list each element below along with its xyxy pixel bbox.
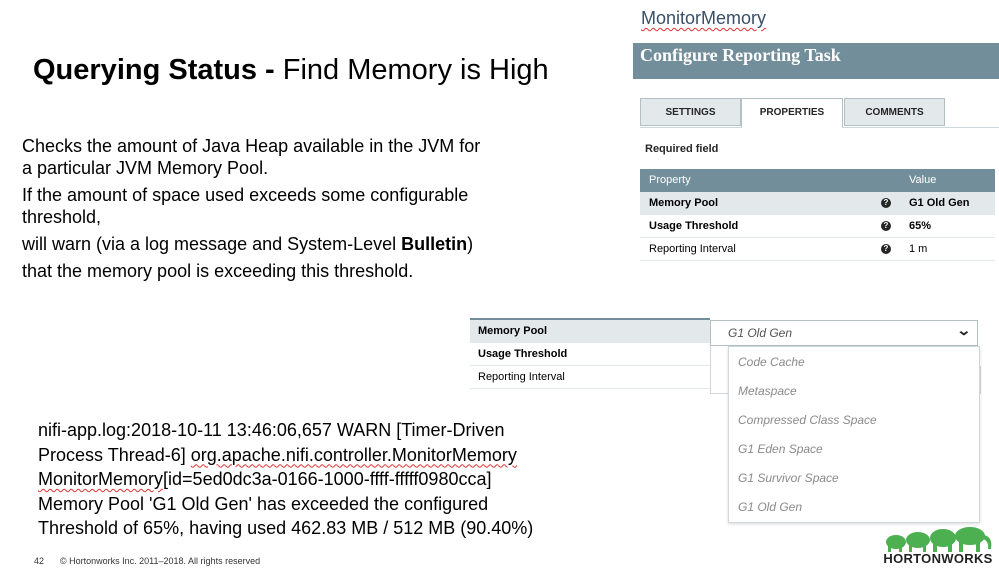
- log-message: nifi-app.log:2018-10-11 13:46:06,657 WAR…: [38, 418, 558, 541]
- property-name: Memory Pool: [649, 197, 719, 209]
- help-icon[interactable]: ?: [881, 198, 891, 208]
- log-task-name: MonitorMemory: [38, 469, 164, 489]
- hortonworks-logo: HORTONWORKS: [880, 527, 996, 571]
- elephants-icon: [886, 527, 992, 552]
- log-line: MonitorMemory[id=5ed0dc3a-0166-1000-ffff…: [38, 469, 492, 489]
- help-icon[interactable]: ?: [881, 244, 891, 254]
- properties-table-lower: Memory Pool Usage Threshold Reporting In…: [470, 320, 710, 389]
- column-header-value[interactable]: Value: [909, 169, 936, 192]
- select-value[interactable]: G1 Old Gen: [728, 326, 792, 340]
- table-row[interactable]: Usage Threshold ? 65%: [640, 215, 995, 238]
- properties-table: Property Value Memory Pool ? G1 Old Gen …: [640, 169, 995, 261]
- slide-title: Querying Status - Find Memory is High: [33, 54, 549, 87]
- description-line: that the memory pool is exceeding this t…: [22, 261, 414, 281]
- tab-properties[interactable]: PROPERTIES: [741, 98, 843, 128]
- dropdown-option[interactable]: G1 Eden Space: [738, 442, 823, 456]
- property-name: Usage Threshold: [649, 220, 739, 232]
- table-row[interactable]: Memory Pool ? G1 Old Gen: [640, 192, 995, 215]
- table-header: Property Value: [640, 169, 995, 192]
- chevron-down-icon[interactable]: ⌄: [956, 322, 971, 339]
- table-row[interactable]: Memory Pool: [470, 320, 710, 343]
- description-line: will warn (via a log message and System-…: [22, 234, 474, 254]
- slide-title-rest: Find Memory is High: [274, 54, 549, 86]
- property-value[interactable]: 1 m: [909, 238, 927, 260]
- page-number: 42: [34, 556, 45, 566]
- property-value[interactable]: G1 Old Gen: [909, 192, 970, 214]
- log-class-name: org.apache.nifi.controller.MonitorMemory: [190, 444, 517, 465]
- table-row[interactable]: Reporting Interval: [470, 366, 710, 389]
- dropdown-option[interactable]: G1 Survivor Space: [738, 471, 839, 485]
- column-header-property[interactable]: Property: [649, 169, 691, 192]
- dialog-header: Configure Reporting Task: [633, 43, 999, 79]
- tab-comments[interactable]: COMMENTS: [844, 98, 945, 126]
- bulletin-word: Bulletin: [401, 234, 468, 254]
- logo-text: HORTONWORKS: [883, 551, 993, 566]
- log-line: Threshold of 65%, having used 462.83 MB …: [38, 518, 534, 538]
- tab-bar: SETTINGS PROPERTIES COMMENTS: [640, 98, 999, 128]
- dropdown-option[interactable]: Code Cache: [738, 355, 805, 369]
- log-line: Memory Pool 'G1 Old Gen' has exceeded th…: [38, 493, 489, 514]
- description-line: Checks the amount of Java Heap available…: [22, 136, 481, 178]
- copyright: © Hortonworks Inc. 2011–2018. All rights…: [60, 556, 261, 566]
- table-row[interactable]: Reporting Interval ? 1 m: [640, 238, 995, 261]
- dropdown-option[interactable]: Compressed Class Space: [738, 413, 877, 427]
- divider: [710, 346, 728, 394]
- description-line: If the amount of space used exceeds some…: [22, 185, 469, 227]
- log-line: nifi-app.log:2018-10-11 13:46:06,657 WAR…: [38, 420, 505, 440]
- table-row[interactable]: Usage Threshold: [470, 343, 710, 366]
- help-icon[interactable]: ?: [881, 221, 891, 231]
- dropdown-options: Code Cache Metaspace Compressed Class Sp…: [728, 346, 980, 523]
- processor-name: MonitorMemory: [641, 8, 767, 28]
- footer: 42 © Hortonworks Inc. 2011–2018. All righ…: [34, 556, 260, 566]
- log-line: Process Thread-6] org.apache.nifi.contro…: [38, 444, 517, 465]
- description: Checks the amount of Java Heap available…: [22, 135, 492, 287]
- tab-settings[interactable]: SETTINGS: [640, 98, 741, 126]
- dropdown-option[interactable]: Metaspace: [738, 384, 797, 398]
- slide-title-bold: Querying Status -: [33, 54, 275, 86]
- property-name: Reporting Interval: [649, 243, 736, 255]
- required-field-note: Required field: [645, 143, 719, 155]
- property-value[interactable]: 65%: [909, 215, 931, 237]
- dropdown-option[interactable]: G1 Old Gen: [738, 500, 802, 514]
